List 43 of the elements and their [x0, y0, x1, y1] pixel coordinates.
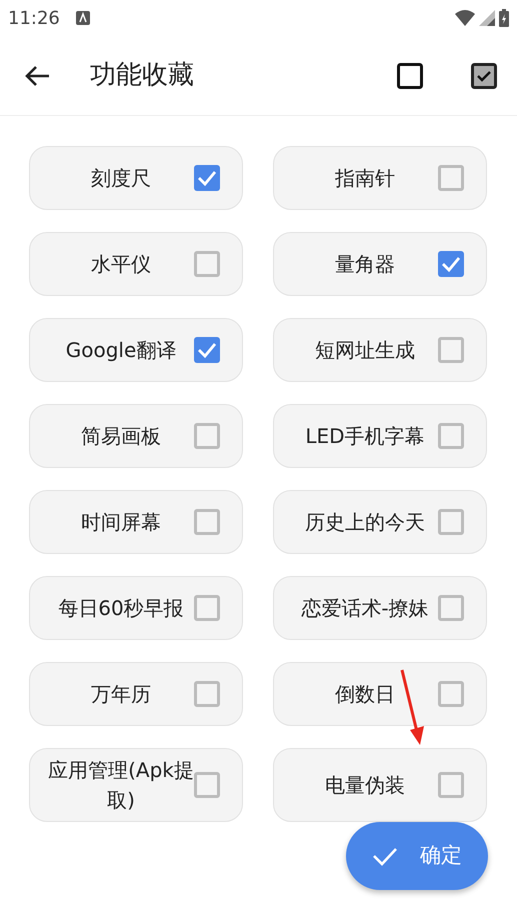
- feature-item[interactable]: 水平仪: [29, 232, 243, 296]
- checkbox[interactable]: [194, 165, 220, 191]
- page-title: 功能收藏: [90, 59, 194, 92]
- feature-item[interactable]: 万年历: [29, 662, 243, 726]
- back-icon[interactable]: [24, 64, 50, 86]
- checkbox[interactable]: [438, 681, 464, 707]
- checkbox[interactable]: [438, 509, 464, 535]
- checkbox[interactable]: [438, 423, 464, 449]
- deselect-all-icon[interactable]: [397, 62, 423, 88]
- checkbox[interactable]: [438, 251, 464, 277]
- checkbox[interactable]: [194, 423, 220, 449]
- checkbox[interactable]: [194, 772, 220, 798]
- feature-item[interactable]: 倒数日: [273, 662, 487, 726]
- feature-item[interactable]: Google翻译: [29, 318, 243, 382]
- checkbox[interactable]: [194, 251, 220, 277]
- confirm-button[interactable]: 确定: [346, 822, 488, 890]
- checkbox[interactable]: [194, 595, 220, 621]
- feature-item[interactable]: 量角器: [273, 232, 487, 296]
- select-all-icon[interactable]: [471, 62, 497, 88]
- feature-item[interactable]: 电量伪装: [273, 748, 487, 822]
- feature-item[interactable]: 短网址生成: [273, 318, 487, 382]
- feature-item[interactable]: 应用管理(Apk提取): [29, 748, 243, 822]
- status-time: 11:26: [8, 6, 60, 30]
- feature-item[interactable]: 时间屏幕: [29, 490, 243, 554]
- notification-icon: [76, 11, 90, 25]
- feature-item[interactable]: 简易画板: [29, 404, 243, 468]
- feature-item[interactable]: LED手机字幕: [273, 404, 487, 468]
- feature-item[interactable]: 每日60秒早报: [29, 576, 243, 640]
- checkbox[interactable]: [438, 337, 464, 363]
- check-icon: [372, 846, 398, 866]
- feature-item[interactable]: 指南针: [273, 146, 487, 210]
- wifi-icon: [455, 10, 475, 26]
- checkbox[interactable]: [194, 337, 220, 363]
- checkbox[interactable]: [438, 595, 464, 621]
- checkbox[interactable]: [438, 772, 464, 798]
- feature-item[interactable]: 历史上的今天: [273, 490, 487, 554]
- checkbox[interactable]: [438, 165, 464, 191]
- feature-item[interactable]: 恋爱话术-撩妹: [273, 576, 487, 640]
- signal-icon: [479, 10, 495, 26]
- checkbox[interactable]: [194, 509, 220, 535]
- checkbox[interactable]: [194, 681, 220, 707]
- feature-item[interactable]: 刻度尺: [29, 146, 243, 210]
- battery-icon: [499, 9, 509, 27]
